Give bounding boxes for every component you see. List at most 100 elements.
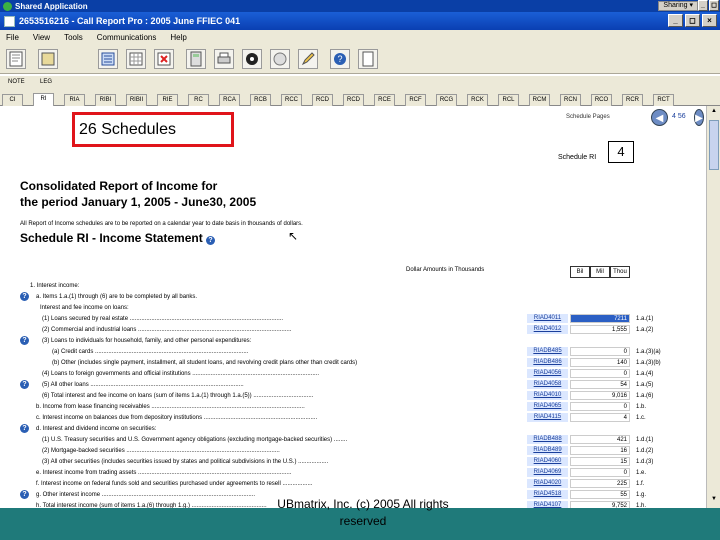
tab-rck[interactable]: RCK bbox=[467, 94, 488, 106]
disc-icon[interactable] bbox=[270, 49, 290, 69]
tab-rct[interactable]: RCT bbox=[653, 94, 674, 106]
tab-rcl[interactable]: RCL bbox=[498, 94, 519, 106]
close-button[interactable]: × bbox=[702, 14, 717, 27]
amount-field[interactable]: 225 bbox=[570, 479, 630, 488]
mdrm-code-link[interactable]: RIAD4058 bbox=[527, 380, 568, 389]
amount-field[interactable]: 9,016 bbox=[570, 391, 630, 400]
tab-rcc[interactable]: RCC bbox=[281, 94, 302, 106]
tab-rcr[interactable]: RCR bbox=[622, 94, 643, 106]
tab-ribii[interactable]: RIBII bbox=[126, 94, 147, 106]
menu-tools[interactable]: Tools bbox=[64, 33, 83, 42]
tab-rcb[interactable]: RCB bbox=[250, 94, 271, 106]
mdrm-code-link[interactable]: RIAD4060 bbox=[527, 457, 568, 466]
amount-field[interactable]: 140 bbox=[570, 358, 630, 367]
new-report-icon[interactable] bbox=[6, 49, 26, 69]
tab-rcd[interactable]: RCD bbox=[343, 94, 364, 106]
amount-field[interactable]: 0 bbox=[570, 347, 630, 356]
mdrm-code-link[interactable]: RIAD4065 bbox=[527, 402, 568, 411]
item-number: 1.a.(5) bbox=[636, 382, 654, 388]
back-arrow-icon[interactable]: ◀ bbox=[651, 109, 668, 126]
tab-ribi[interactable]: RIBI bbox=[95, 94, 116, 106]
calculator-icon[interactable] bbox=[186, 49, 206, 69]
row-help-icon[interactable]: ? bbox=[20, 424, 29, 433]
menu-view[interactable]: View bbox=[33, 33, 50, 42]
table-row: (3) All other securities (includes secur… bbox=[42, 457, 690, 467]
shared-minimize-button[interactable]: _ bbox=[698, 0, 708, 11]
edit-icon[interactable] bbox=[298, 49, 318, 69]
amount-field[interactable]: 0 bbox=[570, 468, 630, 477]
tab-rca[interactable]: RCA bbox=[219, 94, 240, 106]
mdrm-code-link[interactable]: RIADB489 bbox=[527, 446, 568, 455]
maximize-button[interactable]: ◻ bbox=[685, 14, 700, 27]
row-label: b. Income from lease financing receivabl… bbox=[36, 404, 305, 410]
tab-rc[interactable]: RC bbox=[188, 94, 209, 106]
amount-field[interactable]: 0 bbox=[570, 402, 630, 411]
menu-communications[interactable]: Communications bbox=[97, 33, 157, 42]
mdrm-code-link[interactable]: RIADB486 bbox=[527, 358, 568, 367]
forward-arrow-icon[interactable]: ▶ bbox=[694, 109, 704, 126]
mdrm-code-link[interactable]: RIADB488 bbox=[527, 435, 568, 444]
amount-field[interactable]: 15 bbox=[570, 457, 630, 466]
tab-rco[interactable]: RCO bbox=[591, 94, 612, 106]
mdrm-code-link[interactable]: RIAD4518 bbox=[527, 490, 568, 499]
document-icon[interactable] bbox=[358, 49, 378, 69]
tab-note[interactable]: NOTE bbox=[8, 79, 25, 85]
print-icon[interactable] bbox=[214, 49, 234, 69]
menu-file[interactable]: File bbox=[6, 33, 19, 42]
tab-rcf[interactable]: RCF bbox=[405, 94, 426, 106]
form-view-icon[interactable] bbox=[98, 49, 118, 69]
amount-field[interactable]: 55 bbox=[570, 490, 630, 499]
table-row: (b) Other (includes single payment, inst… bbox=[52, 358, 690, 368]
vertical-scrollbar[interactable]: ▲ ▼ bbox=[706, 106, 720, 508]
mdrm-code-link[interactable]: RIAD4020 bbox=[527, 479, 568, 488]
item-number: 1.a.(3)(a) bbox=[636, 349, 661, 355]
tab-rcn[interactable]: RCN bbox=[560, 94, 581, 106]
grid-view-icon[interactable] bbox=[126, 49, 146, 69]
row-help-icon[interactable]: ? bbox=[20, 292, 29, 301]
amount-field[interactable]: 4 bbox=[570, 413, 630, 422]
tab-rcd[interactable]: RCD bbox=[312, 94, 333, 106]
help-icon[interactable]: ? bbox=[330, 49, 350, 69]
item-number: 1.a.(4) bbox=[636, 371, 654, 377]
amount-field[interactable]: 7211 bbox=[570, 314, 630, 323]
row-help-icon[interactable]: ? bbox=[20, 490, 29, 499]
shared-restore-button[interactable]: ◻ bbox=[709, 0, 719, 11]
mdrm-code-link[interactable]: RIAD4115 bbox=[527, 413, 568, 422]
tab-rce[interactable]: RCE bbox=[374, 94, 395, 106]
amount-field[interactable]: 421 bbox=[570, 435, 630, 444]
tab-leg[interactable]: LEG bbox=[40, 79, 52, 85]
amount-field[interactable]: 54 bbox=[570, 380, 630, 389]
menu-help[interactable]: Help bbox=[170, 33, 186, 42]
scroll-up-icon[interactable]: ▲ bbox=[709, 108, 719, 118]
amount-field[interactable]: 16 bbox=[570, 446, 630, 455]
amount-field[interactable]: 0 bbox=[570, 369, 630, 378]
row-help-icon[interactable]: ? bbox=[20, 380, 29, 389]
tab-rie[interactable]: RIE bbox=[157, 94, 178, 106]
submit-icon[interactable] bbox=[242, 49, 262, 69]
schedule-title: Schedule RI - Income Statement ? bbox=[20, 231, 216, 245]
schedule-help-icon[interactable]: ? bbox=[206, 236, 216, 245]
mdrm-code-link[interactable]: RIAD4011 bbox=[527, 314, 568, 323]
minimize-button[interactable]: _ bbox=[668, 14, 683, 27]
schedule-pages-link[interactable]: Schedule Pages bbox=[566, 114, 610, 120]
mdrm-code-link[interactable]: RIAD4107 bbox=[527, 501, 568, 508]
error-report-icon[interactable] bbox=[154, 49, 174, 69]
scrollbar-thumb[interactable] bbox=[709, 120, 719, 170]
tab-rcm[interactable]: RCM bbox=[529, 94, 550, 106]
mdrm-code-link[interactable]: RIAD4056 bbox=[527, 369, 568, 378]
mdrm-code-link[interactable]: RIAD4010 bbox=[527, 391, 568, 400]
tab-ci[interactable]: CI bbox=[2, 94, 23, 106]
report-note: All Report of Income schedules are to be… bbox=[20, 221, 303, 227]
tab-rcg[interactable]: RCG bbox=[436, 94, 457, 106]
mdrm-code-link[interactable]: RIAD4069 bbox=[527, 468, 568, 477]
scroll-down-icon[interactable]: ▼ bbox=[709, 496, 719, 506]
amount-field[interactable]: 1,555 bbox=[570, 325, 630, 334]
mdrm-code-link[interactable]: RIAD4012 bbox=[527, 325, 568, 334]
amount-field[interactable]: 9,752 bbox=[570, 501, 630, 508]
row-help-icon[interactable]: ? bbox=[20, 336, 29, 345]
tab-ria[interactable]: RIA bbox=[64, 94, 85, 106]
mdrm-code-link[interactable]: RIADB485 bbox=[527, 347, 568, 356]
tab-ri[interactable]: RI bbox=[33, 93, 54, 106]
save-icon[interactable] bbox=[38, 49, 58, 69]
sharing-button[interactable]: Sharing ▾ bbox=[658, 1, 698, 11]
